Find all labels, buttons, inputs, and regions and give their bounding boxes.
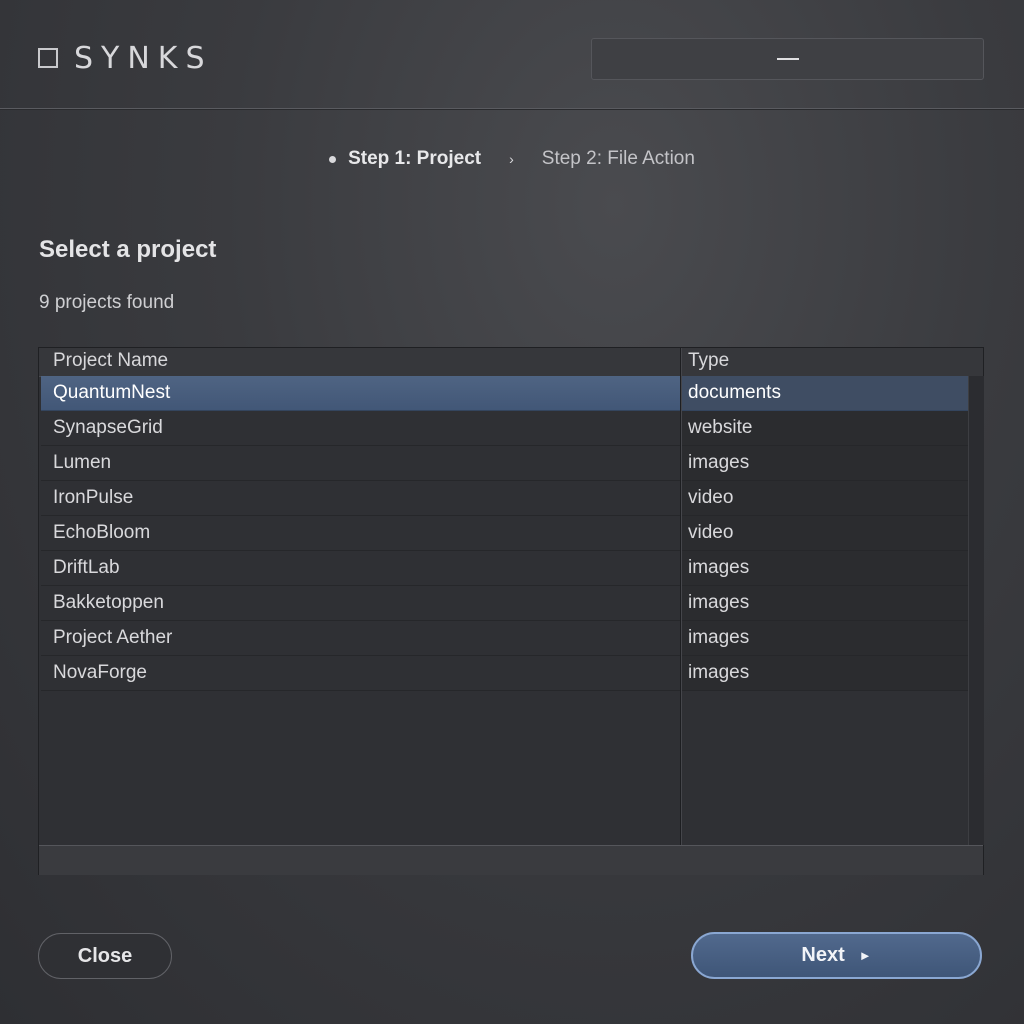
project-count: 9 projects found: [39, 292, 175, 313]
table-row[interactable]: SynapseGrid website: [41, 411, 968, 446]
project-type-cell: images: [680, 621, 968, 655]
column-divider[interactable]: [680, 348, 681, 845]
project-name-cell: Lumen: [53, 452, 112, 473]
table-row[interactable]: Bakketoppen images: [41, 586, 968, 621]
project-type-cell: video: [680, 481, 968, 515]
project-name-cell: Project Aether: [53, 627, 173, 648]
table-row[interactable]: NovaForge images: [41, 656, 968, 691]
close-button[interactable]: Close: [38, 933, 172, 979]
project-type-cell: video: [680, 516, 968, 550]
project-name-cell: DriftLab: [53, 557, 120, 578]
step-1-label: Step 1: Project: [348, 148, 482, 169]
project-type-cell: images: [680, 656, 968, 690]
table-row[interactable]: IronPulse video: [41, 481, 968, 516]
page-title: Select a project: [39, 236, 217, 263]
table-row[interactable]: DriftLab images: [41, 551, 968, 586]
close-button-label: Close: [77, 944, 133, 967]
app-logo: SYNKS: [38, 38, 213, 78]
project-name-cell: NovaForge: [53, 662, 147, 683]
header: SYNKS: [0, 0, 1024, 109]
project-type-cell: images: [680, 551, 968, 585]
table-row[interactable]: Lumen images: [41, 446, 968, 481]
play-arrow-icon: ►: [858, 948, 872, 963]
chevron-right-icon: ›: [509, 151, 514, 167]
synks-window: SYNKS Step 1: Project › Step 2: File Act…: [0, 0, 1024, 1024]
next-button-label: Next: [801, 944, 845, 966]
project-name-cell: IronPulse: [53, 487, 134, 508]
project-name-cell: Bakketoppen: [53, 592, 164, 613]
table-body: QuantumNest documents SynapseGrid websit…: [41, 376, 968, 691]
logo-square-icon: [38, 48, 58, 68]
table-row[interactable]: EchoBloom video: [41, 516, 968, 551]
wizard-steps: Step 1: Project › Step 2: File Action: [0, 140, 1024, 178]
table-row[interactable]: Project Aether images: [41, 621, 968, 656]
project-name-cell: SynapseGrid: [53, 417, 163, 438]
vertical-scrollbar[interactable]: [968, 376, 984, 845]
project-type-cell: website: [680, 411, 968, 445]
minimize-button[interactable]: [591, 38, 984, 80]
project-name-cell: QuantumNest: [53, 382, 171, 403]
table-header: Project Name Type: [39, 348, 983, 377]
app-name: SYNKS: [74, 40, 213, 76]
project-table: Project Name Type QuantumNest documents …: [38, 347, 984, 875]
project-type-cell: images: [680, 446, 968, 480]
project-name-cell: EchoBloom: [53, 522, 151, 543]
next-button[interactable]: Next ►: [691, 932, 982, 979]
project-type-cell: images: [680, 586, 968, 620]
column-header-project-name[interactable]: Project Name: [53, 350, 168, 372]
table-row[interactable]: QuantumNest documents: [41, 376, 968, 411]
horizontal-scrollbar[interactable]: [39, 845, 983, 875]
active-step-dot-icon: [329, 155, 337, 163]
minimize-icon: [776, 58, 799, 60]
step-2-label: Step 2: File Action: [541, 148, 695, 169]
column-header-type[interactable]: Type: [688, 350, 729, 372]
project-type-cell: documents: [680, 376, 968, 410]
